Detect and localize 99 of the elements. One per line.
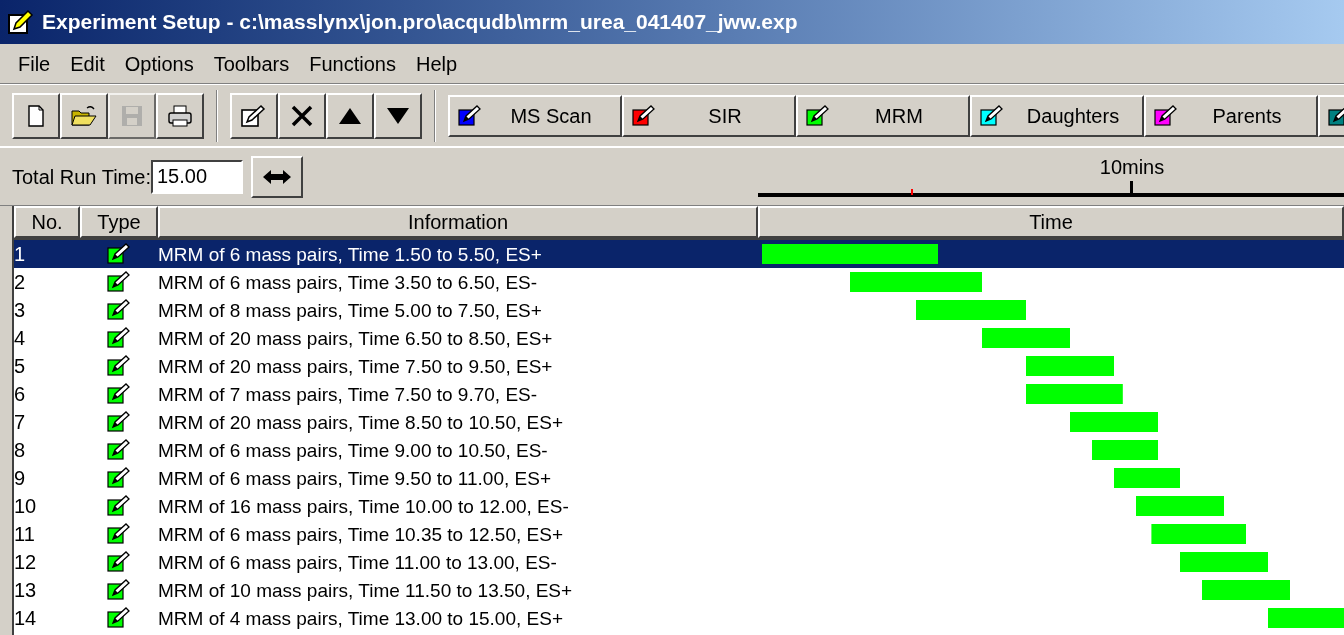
row-information: MRM of 20 mass pairs, Time 8.50 to 10.50, ES+ (158, 412, 564, 432)
new-file-icon (27, 104, 45, 127)
row-number: 3 (14, 300, 27, 320)
toolbar-button[interactable] (12, 92, 60, 139)
function-button[interactable]: Parents (1144, 94, 1318, 137)
mrm-pencil-icon (107, 271, 131, 293)
mrm-pencil-icon (107, 327, 131, 349)
table-row[interactable]: 14 MRM of 4 mass pairs, Time 13.00 to 15.00, ES+ (14, 604, 1344, 632)
table-row[interactable]: 8 MRM of 6 mass pairs, Time 9.00 to 10.50, ES- (14, 436, 1344, 464)
table-row[interactable]: 4 MRM of 20 mass pairs, Time 6.50 to 8.50, ES+ (14, 324, 1344, 352)
ruler-label: 10mins (1099, 155, 1165, 180)
table-row[interactable]: 5 MRM of 20 mass pairs, Time 7.50 to 9.50, ES+ (14, 352, 1344, 380)
toolbar-button[interactable] (156, 92, 204, 139)
mrm-pencil-icon (107, 243, 131, 265)
toolbar-button[interactable] (230, 92, 278, 139)
pencil-icon (980, 104, 1004, 127)
table-row[interactable]: 6 MRM of 7 mass pairs, Time 7.50 to 9.70, ES- (14, 380, 1344, 408)
delete-icon (291, 104, 313, 127)
row-information: MRM of 8 mass pairs, Time 5.00 to 7.50, ES+ (158, 300, 543, 320)
table-row[interactable]: 10 MRM of 16 mass pairs, Time 10.00 to 12.00, ES- (14, 492, 1344, 520)
column-header[interactable]: Type (80, 206, 158, 238)
fit-button[interactable] (250, 155, 303, 198)
row-information: MRM of 20 mass pairs, Time 7.50 to 9.50, ES+ (158, 356, 554, 376)
mrm-pencil-icon (107, 439, 131, 461)
menu-item[interactable]: Edit (60, 48, 115, 79)
row-number: 7 (14, 412, 27, 432)
column-header[interactable]: No. (14, 206, 80, 238)
row-number: 4 (14, 328, 27, 348)
function-button[interactable]: Daughters (970, 94, 1144, 137)
row-number: 9 (14, 468, 27, 488)
row-information: MRM of 16 mass pairs, Time 10.00 to 12.00, ES- (158, 496, 570, 516)
row-number: 6 (14, 384, 27, 404)
row-number: 2 (14, 272, 27, 292)
table-row[interactable]: 9 MRM of 6 mass pairs, Time 9.50 to 11.00, ES+ (14, 464, 1344, 492)
menu-item[interactable]: Options (114, 48, 204, 79)
time-bar (1114, 468, 1180, 488)
row-information: MRM of 10 mass pairs, Time 11.50 to 13.50, ES+ (158, 580, 574, 600)
menu-item[interactable]: Toolbars (203, 48, 300, 79)
row-information: MRM of 4 mass pairs, Time 13.00 to 15.00, ES+ (158, 608, 564, 628)
app-icon (8, 9, 34, 35)
table-row[interactable]: 11 MRM of 6 mass pairs, Time 10.35 to 12.50, ES+ (14, 520, 1344, 548)
mrm-pencil-icon (107, 495, 131, 517)
mrm-pencil-icon (107, 607, 131, 629)
mrm-pencil-icon (107, 579, 131, 601)
row-number: 14 (14, 608, 38, 628)
toolbar-button[interactable] (278, 92, 326, 139)
row-information: MRM of 6 mass pairs, Time 9.00 to 10.50, ES- (158, 440, 549, 460)
row-number: 11 (14, 524, 36, 544)
menu-item[interactable]: Functions (299, 48, 406, 79)
row-number: 10 (14, 496, 38, 516)
function-button[interactable]: SIR (622, 94, 796, 137)
row-information: MRM of 20 mass pairs, Time 6.50 to 8.50, ES+ (158, 328, 554, 348)
down-triangle-icon (386, 106, 410, 125)
run-time-field[interactable]: 15.00 (150, 159, 243, 194)
row-information: MRM of 6 mass pairs, Time 3.50 to 6.50, ES- (158, 272, 539, 292)
menu-item[interactable]: File (8, 48, 61, 79)
function-button[interactable]: MRM (796, 94, 970, 137)
table-row[interactable]: 1 MRM of 6 mass pairs, Time 1.50 to 5.50, ES+ (14, 240, 1344, 268)
pencil-icon (632, 104, 656, 127)
row-number: 13 (14, 580, 38, 600)
function-button[interactable]: MS Scan (448, 94, 622, 137)
mrm-pencil-icon (107, 411, 131, 433)
pencil-icon (806, 104, 830, 127)
mrm-pencil-icon (107, 523, 131, 545)
pencil-icon (458, 104, 482, 127)
double-arrow-icon (262, 168, 291, 185)
mrm-pencil-icon (107, 551, 131, 573)
column-header[interactable]: Information (158, 206, 758, 238)
time-bar (1092, 440, 1158, 460)
up-triangle-icon (338, 106, 362, 125)
table-row[interactable]: 2 MRM of 6 mass pairs, Time 3.50 to 6.50, ES- (14, 268, 1344, 296)
row-information: MRM of 6 mass pairs, Time 11.00 to 13.00, ES- (158, 552, 558, 572)
mrm-pencil-icon (107, 383, 131, 405)
row-number: 1 (14, 244, 27, 264)
folder-icon (71, 104, 97, 127)
row-number: 12 (14, 552, 38, 572)
row-number: 5 (14, 356, 27, 376)
pencil-icon (1154, 104, 1178, 127)
edit-icon (241, 103, 267, 128)
toolbar-button[interactable] (326, 92, 374, 139)
table-row[interactable]: 12 MRM of 6 mass pairs, Time 11.00 to 13.00, ES- (14, 548, 1344, 576)
mrm-pencil-icon (107, 299, 131, 321)
toolbar-button[interactable] (374, 92, 422, 139)
run-time-label: Total Run Time: (12, 164, 151, 190)
mrm-pencil-icon (107, 467, 131, 489)
table-row[interactable]: 7 MRM of 20 mass pairs, Time 8.50 to 10.50, ES+ (14, 408, 1344, 436)
menu-item[interactable]: Help (405, 48, 468, 79)
toolbar-button[interactable] (60, 92, 108, 139)
table-row[interactable]: 3 MRM of 8 mass pairs, Time 5.00 to 7.50, ES+ (14, 296, 1344, 324)
column-header[interactable]: Time (758, 206, 1344, 238)
printer-icon (167, 104, 193, 127)
row-information: MRM of 7 mass pairs, Time 7.50 to 9.70, ES- (158, 384, 539, 404)
mrm-pencil-icon (107, 355, 131, 377)
row-information: MRM of 6 mass pairs, Time 1.50 to 5.50, ES+ (158, 244, 543, 264)
table-row[interactable]: 13 MRM of 10 mass pairs, Time 11.50 to 13.50, ES+ (14, 576, 1344, 604)
window-title: Experiment Setup - c:\masslynx\jon.pro\acqudb\mrm_urea_041407_jww.exp (42, 9, 798, 36)
row-information: MRM of 6 mass pairs, Time 10.35 to 12.50, ES+ (158, 524, 564, 544)
row-information: MRM of 6 mass pairs, Time 9.50 to 11.00, ES+ (158, 468, 552, 488)
row-number: 8 (14, 440, 27, 460)
